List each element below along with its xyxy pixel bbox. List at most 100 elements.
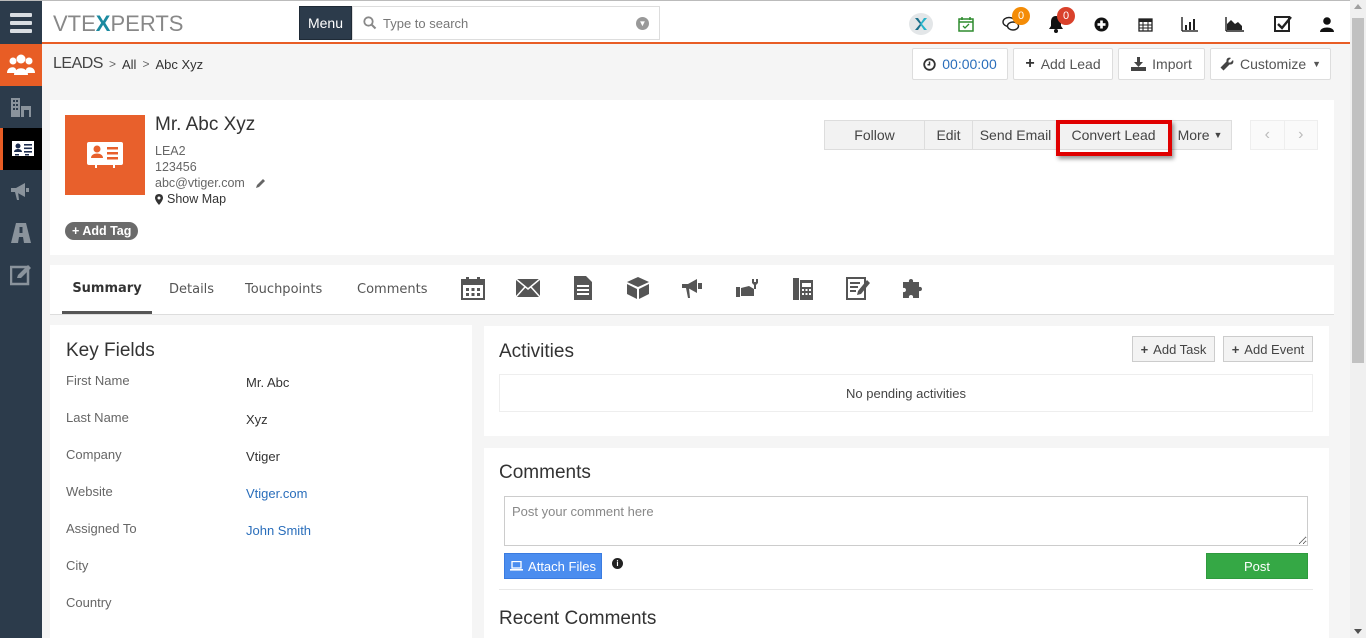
breadcrumb-filter[interactable]: All (122, 57, 136, 72)
search-options-chevron-icon[interactable]: ▼ (636, 17, 649, 30)
chat-badge: 0 (1012, 7, 1030, 25)
key-fields-title: Key Fields (66, 340, 155, 361)
calendar-check-icon[interactable] (955, 13, 977, 35)
page-scrollbar[interactable] (1350, 0, 1366, 638)
comment-textarea[interactable] (504, 496, 1308, 546)
sidebar-item-contacts[interactable] (0, 128, 42, 170)
pencil-icon[interactable] (255, 178, 266, 189)
puzzle-icon[interactable] (900, 275, 926, 301)
activities-panel: Activities + Add Task + Add Event No pen… (484, 326, 1329, 436)
record-header: Mr. Abc Xyz LEA2 123456 abc@vtiger.com S… (50, 100, 1334, 255)
timer-button[interactable]: 00:00:00 (912, 48, 1008, 80)
field-value-company[interactable]: Vtiger (246, 449, 280, 464)
field-label-website: Website (66, 484, 113, 499)
add-task-label: Add Task (1153, 341, 1207, 357)
search-icon (363, 16, 377, 30)
record-name: Mr. Abc Xyz (155, 114, 256, 135)
scrollbar-thumb[interactable] (1352, 18, 1364, 363)
more-label: More (1177, 127, 1210, 143)
timer-value: 00:00:00 (942, 56, 997, 72)
import-button[interactable]: Import (1118, 48, 1205, 80)
plus-icon: + (1140, 341, 1149, 357)
mail-icon[interactable] (515, 275, 541, 301)
chat-icon[interactable]: 0 (1000, 7, 1030, 35)
download-icon (1131, 57, 1147, 71)
calendar-icon[interactable] (460, 275, 486, 301)
breadcrumb-module[interactable]: LEADS (53, 55, 103, 73)
vtexperts-logo-icon[interactable] (908, 13, 934, 35)
search-input[interactable] (383, 15, 633, 31)
lead-phone: 123456 (155, 160, 197, 174)
plus-icon: + (72, 224, 80, 238)
menu-button[interactable]: Menu (299, 6, 352, 40)
sidebar-item-road[interactable] (0, 212, 42, 254)
customize-label: Customize (1239, 56, 1307, 72)
sidebar-item-campaigns[interactable] (0, 170, 42, 212)
field-value-first-name[interactable]: Mr. Abc (246, 375, 289, 390)
more-button[interactable]: More ▼ (1169, 121, 1231, 149)
previous-record-chevron-icon[interactable]: ‹ (1251, 121, 1285, 149)
plus-circle-icon[interactable] (1090, 13, 1112, 35)
tab-comments[interactable]: Comments (357, 265, 427, 313)
comments-panel: Comments Attach Files i Post Recent Comm… (484, 448, 1329, 638)
send-email-button[interactable]: Send Email (973, 121, 1059, 149)
phone-icon[interactable] (790, 275, 816, 301)
show-map-link[interactable]: Show Map (155, 192, 226, 206)
scroll-up-arrow-icon[interactable] (1354, 4, 1362, 9)
field-value-last-name[interactable]: Xyz (246, 412, 268, 427)
sidebar-item-notes[interactable] (0, 254, 42, 296)
hamburger-icon-bar (10, 20, 32, 25)
document-icon[interactable] (570, 275, 596, 301)
scroll-down-arrow-icon[interactable] (1354, 629, 1362, 634)
recent-comments-title: Recent Comments (499, 608, 657, 629)
sidebar-item-leads[interactable] (0, 44, 42, 86)
follow-button[interactable]: Follow (825, 121, 925, 149)
add-tag-button[interactable]: + Add Tag (65, 222, 139, 240)
hamburger-menu-button[interactable] (0, 1, 42, 44)
info-icon[interactable]: i (612, 558, 623, 569)
add-lead-button[interactable]: + Add Lead (1013, 48, 1113, 80)
chevron-right-icon: > (108, 57, 116, 71)
wrench-icon (1220, 57, 1234, 71)
post-comment-button[interactable]: Post (1206, 553, 1308, 579)
logo-text-right: PERTS (110, 11, 184, 36)
clock-icon (923, 57, 936, 71)
road-icon (11, 223, 31, 243)
field-value-assigned-to[interactable]: John Smith (246, 523, 311, 538)
field-label-first-name: First Name (66, 373, 130, 388)
tab-touchpoints[interactable]: Touchpoints (245, 265, 322, 313)
attach-files-button[interactable]: Attach Files (504, 553, 602, 579)
map-marker-icon (155, 193, 163, 205)
checkbox-icon[interactable] (1272, 13, 1294, 35)
convert-lead-button[interactable]: Convert Lead (1059, 121, 1169, 149)
service-hand-icon[interactable] (735, 275, 761, 301)
calendar-icon[interactable] (1134, 13, 1156, 35)
caret-down-icon: ▼ (1312, 59, 1322, 69)
sidebar-item-organizations[interactable] (0, 86, 42, 128)
field-label-assigned-to: Assigned To (66, 521, 137, 536)
add-task-button[interactable]: + Add Task (1132, 336, 1215, 362)
megaphone-icon[interactable] (680, 275, 706, 301)
tab-summary[interactable]: Summary (62, 265, 152, 314)
app-logo[interactable]: VTEXPERTS (53, 11, 183, 37)
left-sidebar (0, 44, 42, 638)
organizations-icon (11, 98, 31, 117)
breadcrumb-record: Abc Xyz (155, 56, 204, 72)
box-icon[interactable] (625, 275, 651, 301)
global-search[interactable]: ▼ (352, 6, 660, 40)
customize-button[interactable]: Customize ▼ (1210, 48, 1331, 80)
bar-chart-icon[interactable] (1179, 13, 1201, 35)
add-event-button[interactable]: + Add Event (1223, 336, 1313, 362)
next-record-chevron-icon[interactable]: › (1285, 121, 1318, 149)
plus-icon: + (1025, 55, 1035, 72)
edit-button[interactable]: Edit (925, 121, 973, 149)
area-chart-icon[interactable] (1224, 13, 1246, 35)
note-edit-icon[interactable] (845, 275, 871, 301)
tab-details[interactable]: Details (169, 265, 214, 313)
contact-card-icon (11, 141, 34, 156)
field-value-website[interactable]: Vtiger.com (246, 486, 307, 501)
bell-icon[interactable]: 0 (1045, 7, 1075, 35)
record-actions: Follow Edit Send Email Convert Lead More… (824, 120, 1232, 150)
comments-title: Comments (499, 462, 591, 483)
user-icon[interactable] (1316, 13, 1338, 35)
